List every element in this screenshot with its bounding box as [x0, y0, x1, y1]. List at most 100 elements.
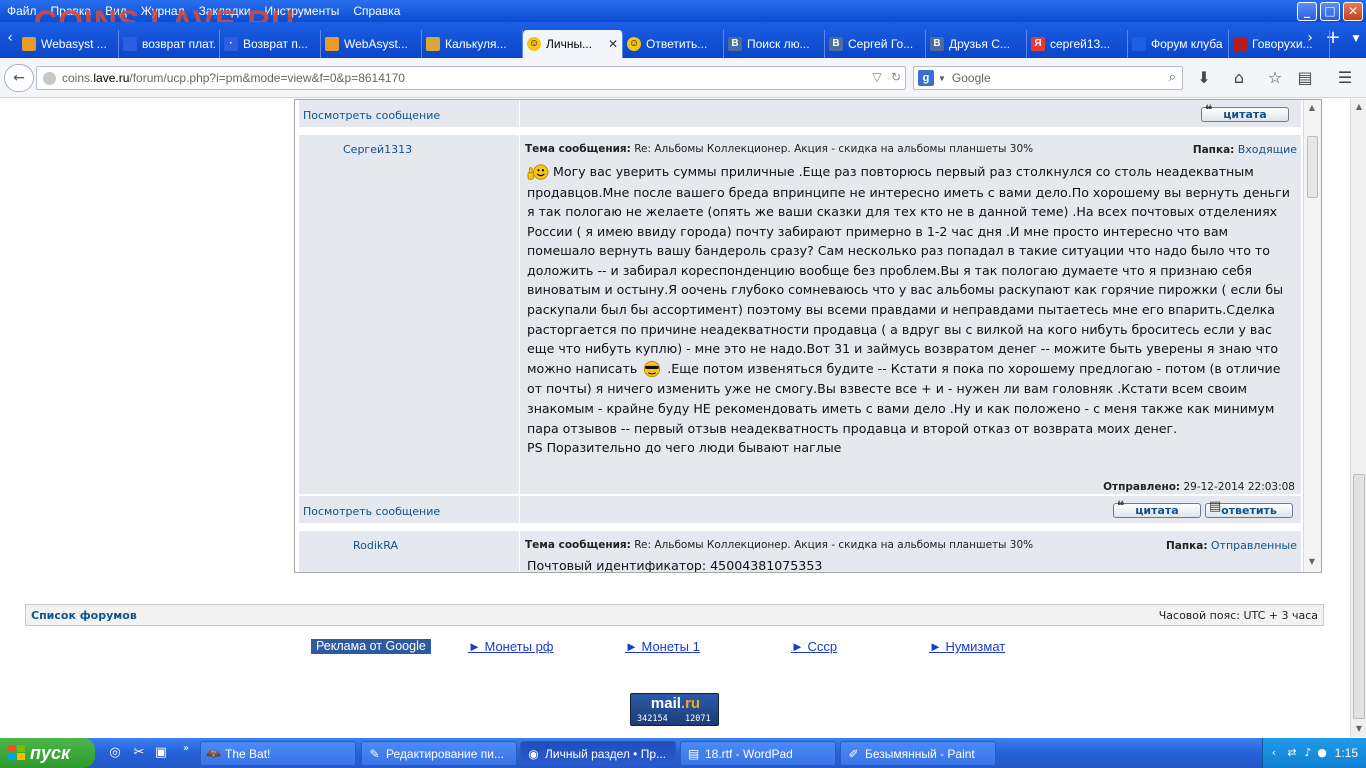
ad-link-ussr[interactable]: ► Ссср	[791, 639, 837, 654]
search-bar[interactable]: g ▼ Google ⌕	[913, 66, 1183, 90]
message-subject: Тема сообщения: Re: Альбомы Коллекционер…	[525, 143, 1033, 155]
page-scroll-up-icon[interactable]: ▲	[1353, 101, 1365, 113]
clock: 1:15	[1334, 746, 1358, 760]
search-input[interactable]: Google	[952, 71, 991, 85]
tab-12[interactable]: Говорухи...	[1229, 30, 1330, 58]
tab-6[interactable]: ☺ Ответить...	[623, 30, 724, 58]
menu-edit[interactable]: Правка	[44, 0, 99, 22]
task-label: The Bat!	[225, 747, 271, 761]
hamburger-menu-icon[interactable]: ☰	[1335, 68, 1355, 87]
search-icon[interactable]: ⌕	[1169, 69, 1176, 85]
folder-label: Папка:	[1192, 144, 1235, 156]
tab-label: сергей13...	[1050, 37, 1111, 51]
view-message-link[interactable]: Посмотреть сообщение	[303, 505, 440, 518]
tray-network-icon[interactable]: ⇄	[1285, 746, 1299, 760]
mailru-logo-dot: .ru	[680, 695, 701, 712]
forum-footer-bar: Список форумов Часовой пояс: UTC + 3 час…	[25, 604, 1324, 626]
ads-by-google-label[interactable]: Реклама от Google	[311, 639, 431, 654]
google-engine-icon[interactable]: g	[918, 70, 934, 86]
mailru-counter[interactable]: mail.ru 342154 12071	[630, 693, 719, 726]
menu-history[interactable]: Журнал	[134, 0, 192, 22]
bookmarks-menu-icon[interactable]: ▤	[1295, 68, 1315, 87]
tab-9[interactable]: B Друзья С...	[926, 30, 1027, 58]
scroll-up-icon[interactable]: ▲	[1306, 102, 1318, 114]
folder-link[interactable]: Входящие	[1238, 143, 1297, 156]
quicklaunch-tool-icon[interactable]: ✂	[131, 745, 147, 761]
tab-1[interactable]: возврат плат...	[119, 30, 220, 58]
timezone-label: Часовой пояс: UTC + 3 часа	[1158, 609, 1318, 622]
engine-chevron-down-icon[interactable]: ▼	[938, 74, 946, 83]
tab-7[interactable]: B Поиск лю...	[724, 30, 825, 58]
tab-10[interactable]: Ясергей13...	[1027, 30, 1128, 58]
menu-bookmarks[interactable]: Закладки	[192, 0, 258, 22]
tab-8[interactable]: B Сергей Го...	[825, 30, 926, 58]
tab-2[interactable]: · Возврат п...	[220, 30, 321, 58]
reply-button[interactable]: ▤ ответить	[1205, 500, 1293, 518]
page-scrollbar[interactable]: ▲ ▼	[1350, 99, 1366, 737]
tray-expand-icon[interactable]: ‹	[1267, 746, 1281, 760]
quicklaunch-more-icon[interactable]: »	[178, 741, 194, 757]
subject-text: Re: Альбомы Коллекционер. Акция - скидка…	[634, 143, 1034, 155]
pm-message-row: Сергей1313 Тема сообщения: Re: Альбомы К…	[299, 135, 1301, 495]
bookmark-star-icon[interactable]: ☆	[1265, 68, 1285, 87]
quote-button[interactable]: ❝ цитата	[1201, 104, 1289, 122]
folder-link[interactable]: Отправленные	[1211, 539, 1297, 552]
tray-app-icon[interactable]: ●	[1315, 746, 1329, 760]
taskbar-task-4[interactable]: ✐ Безымянный - Paint	[840, 741, 996, 766]
maximize-button[interactable]: □	[1320, 2, 1340, 21]
page-scroll-down-icon[interactable]: ▼	[1353, 723, 1365, 735]
tab-favicon-icon: ·	[224, 37, 238, 51]
ad-link-coins-1[interactable]: ► Монеты 1	[625, 639, 700, 654]
taskbar-task-3[interactable]: ▤ 18.rtf - WordPad	[680, 741, 836, 766]
quicklaunch-app-icon[interactable]: ▣	[153, 745, 169, 761]
author-link[interactable]: RodikRA	[353, 539, 398, 552]
start-button[interactable]: пуск	[0, 738, 95, 768]
message-sent-date: Отправлено: 29-12-2014 22:03:08	[1103, 481, 1295, 493]
tab-list-chevron-down-icon[interactable]: ▼	[1348, 34, 1364, 44]
quicklaunch-browser-icon[interactable]: ◎	[107, 745, 123, 761]
tab-5[interactable]: ☺ Личны... ✕	[523, 30, 623, 58]
quote-button[interactable]: ❝ цитата	[1113, 500, 1201, 518]
tab-3[interactable]: WebAsyst...	[321, 30, 422, 58]
ad-link-numismat[interactable]: ► Нумизмат	[929, 639, 1005, 654]
tray-volume-icon[interactable]: ♪	[1301, 746, 1315, 760]
reload-icon[interactable]: ↻	[891, 70, 901, 84]
taskbar-task-2[interactable]: ◉ Личный раздел • Пр...	[520, 741, 676, 766]
tabs-scroll-left-icon[interactable]: ‹	[2, 30, 18, 46]
pm-scrollbar[interactable]: ▲ ▼	[1303, 100, 1321, 572]
site-identity-icon[interactable]	[43, 71, 56, 85]
tab-11[interactable]: Форум клуба ...	[1128, 30, 1229, 58]
menu-tools[interactable]: Инструменты	[258, 0, 347, 22]
subject-label: Тема сообщения:	[525, 539, 631, 551]
close-window-button[interactable]: ✕	[1343, 2, 1363, 21]
menu-help[interactable]: Справка	[346, 0, 407, 22]
url-dropdown-chevron-icon[interactable]: ▽	[872, 70, 881, 84]
author-link[interactable]: Сергей1313	[343, 143, 412, 156]
menu-view[interactable]: Вид	[98, 0, 134, 22]
tab-favicon-icon	[325, 37, 339, 51]
home-icon[interactable]: ⌂	[1229, 68, 1249, 87]
forum-list-link[interactable]: Список форумов	[31, 609, 137, 622]
taskbar-task-1[interactable]: ✎ Редактирование пи...	[361, 741, 517, 766]
menu-file[interactable]: Файл	[0, 0, 44, 22]
taskbar-task-0[interactable]: 🦇 The Bat!	[200, 741, 356, 766]
url-bar[interactable]: coins. lave.ru/forum/ucp.php?i=pm&mode=vi…	[36, 66, 906, 90]
page-scroll-thumb[interactable]	[1353, 474, 1365, 719]
scroll-down-icon[interactable]: ▼	[1306, 556, 1318, 568]
url-path: /forum/ucp.php?i=pm&mode=view&f=0&p=8614…	[129, 71, 405, 85]
message-folder: Папка: Отправленные	[1166, 539, 1297, 552]
ad-link-coins-rf[interactable]: ► Монеты рф	[468, 639, 554, 654]
tab-0[interactable]: Webasyst ...	[18, 30, 119, 58]
tab-close-icon[interactable]: ✕	[608, 37, 618, 51]
pm-scroll-thumb[interactable]	[1307, 136, 1318, 198]
task-app-icon: ✎	[369, 747, 380, 761]
back-arrow-icon[interactable]: ←	[4, 64, 34, 92]
tab-label: WebAsyst...	[344, 37, 408, 51]
minimize-button[interactable]: _	[1297, 2, 1317, 21]
tab-favicon-icon	[123, 37, 137, 51]
tab-4[interactable]: Калькуля...	[422, 30, 523, 58]
view-message-link[interactable]: Посмотреть сообщение	[303, 109, 440, 122]
folder-label: Папка:	[1166, 540, 1208, 552]
downloads-icon[interactable]: ⬇	[1194, 68, 1214, 87]
tab-label: Сергей Го...	[848, 37, 914, 51]
